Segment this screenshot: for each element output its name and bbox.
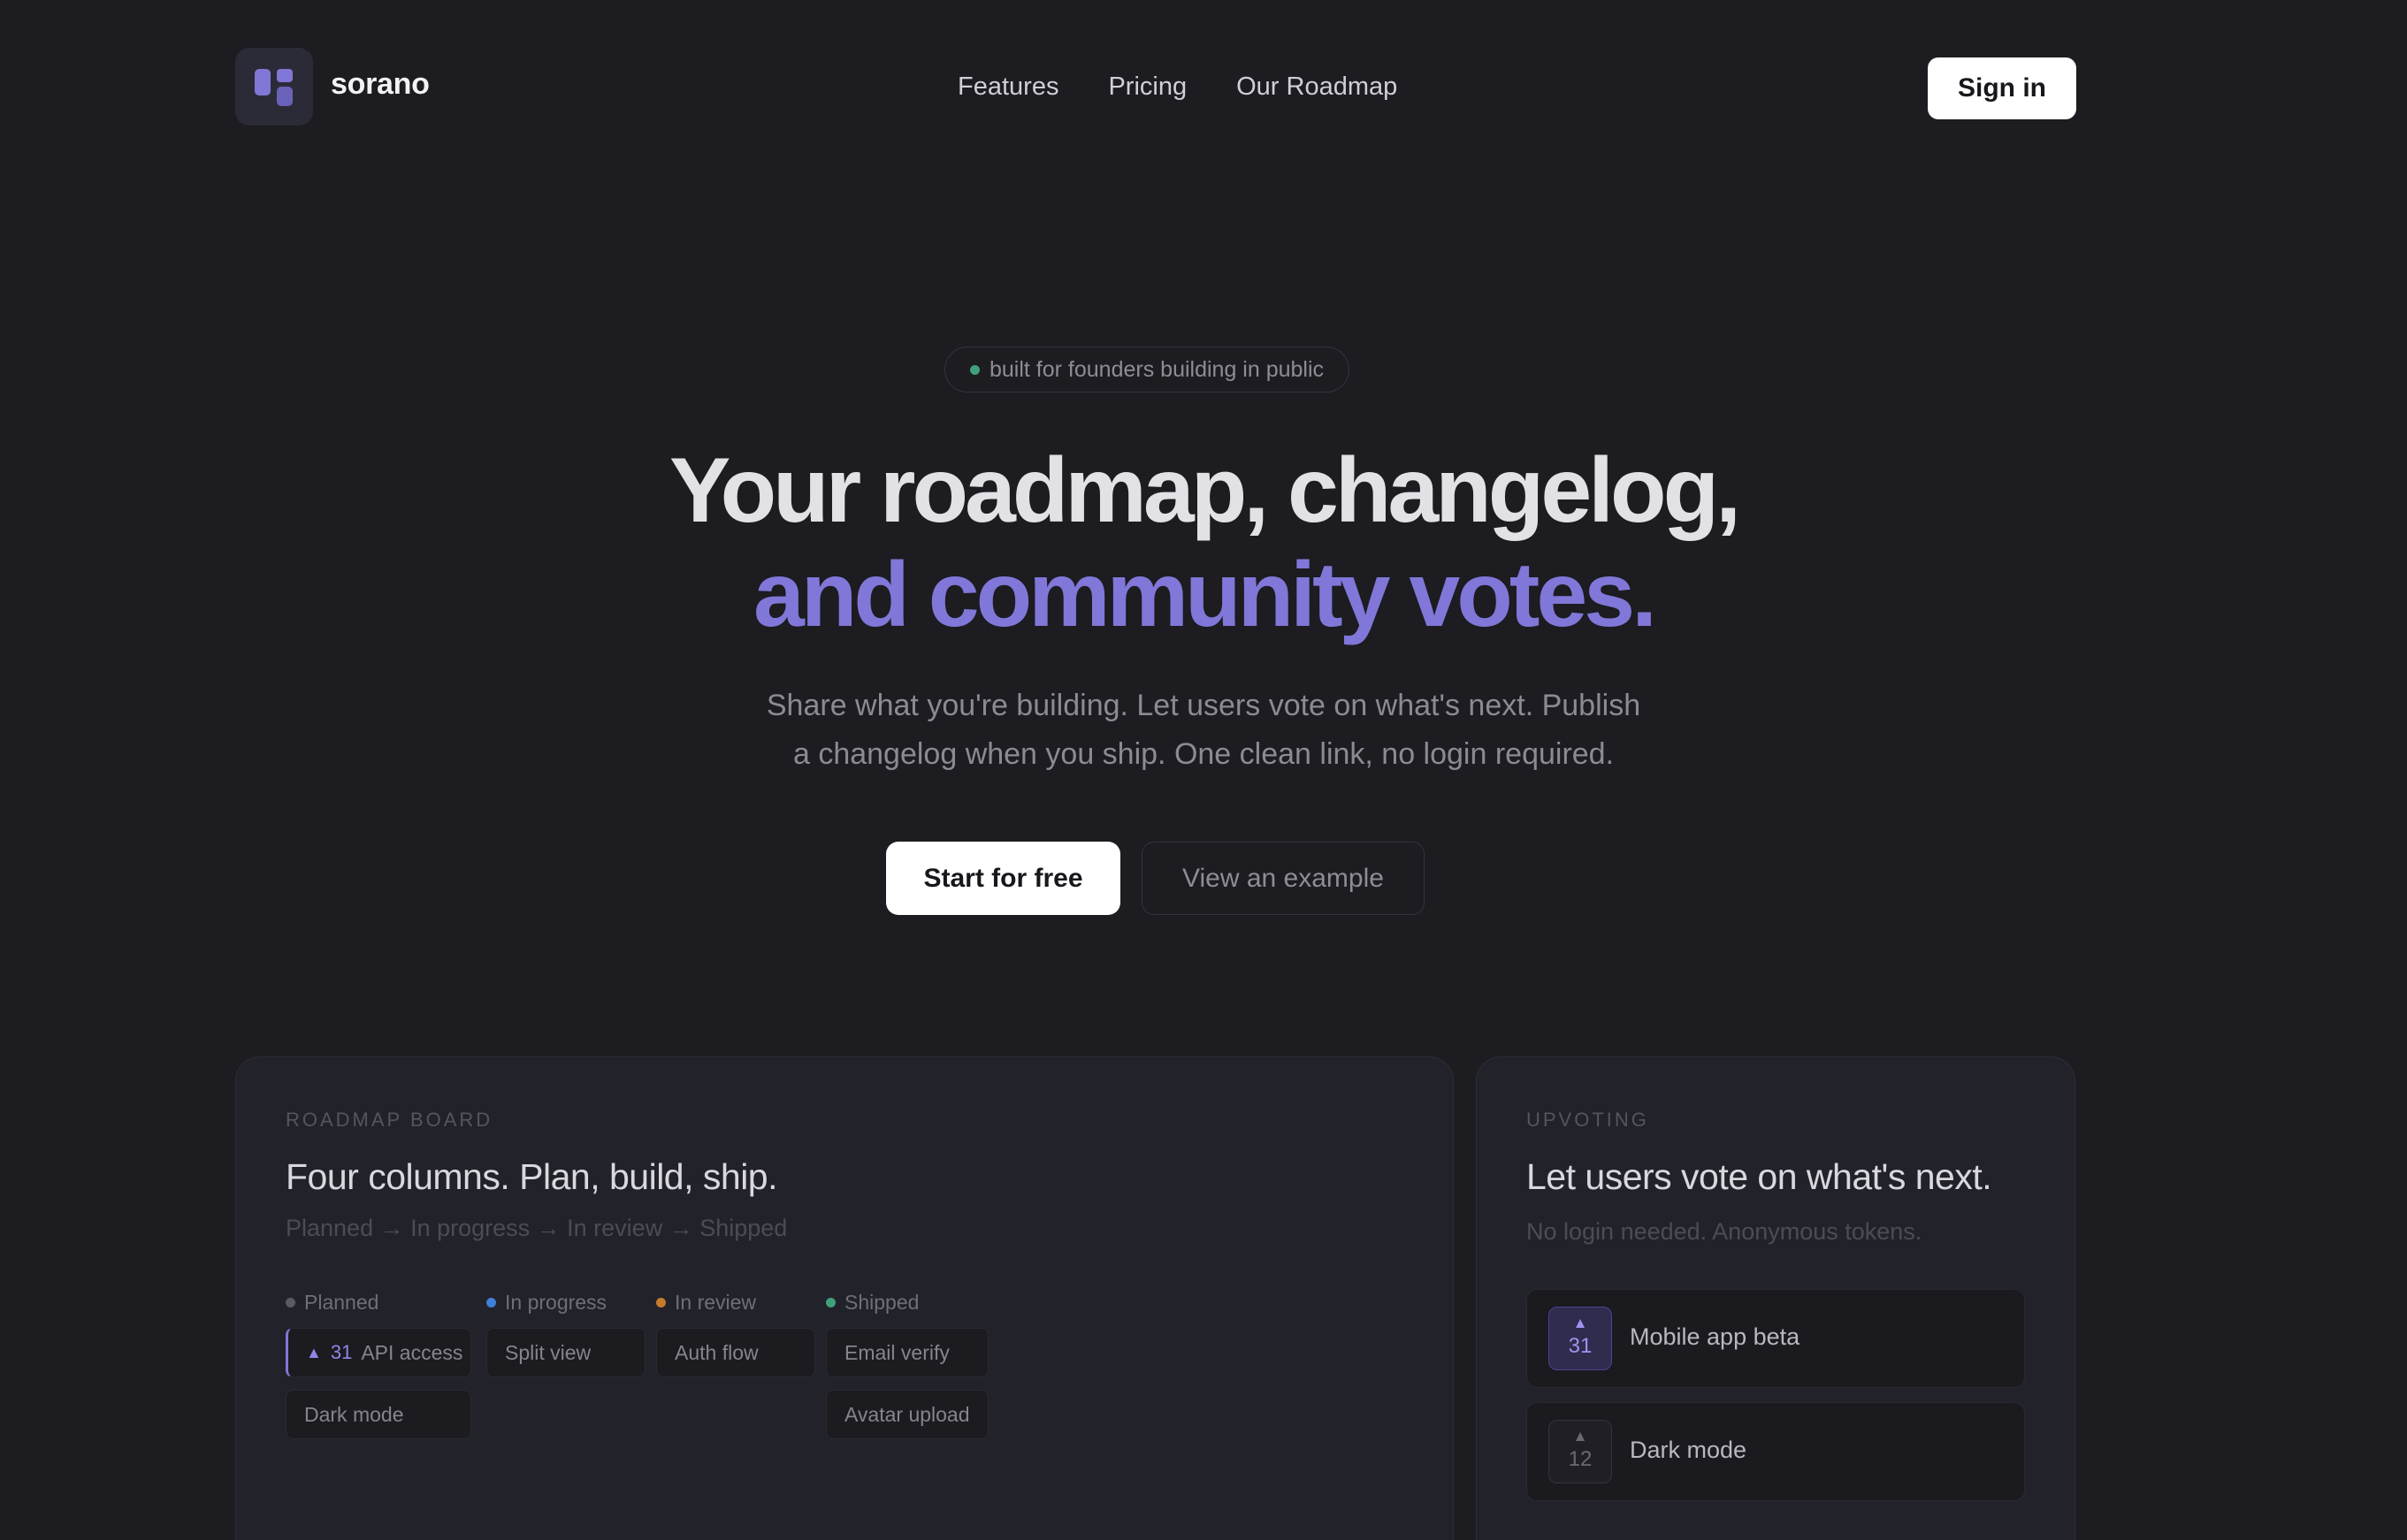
column-header: Shipped [826,1289,989,1315]
column-in-review: In review Auth flow [656,1289,815,1377]
sign-in-button[interactable]: Sign in [1928,57,2076,119]
nav-link-pricing[interactable]: Pricing [1108,72,1187,102]
column-header: Planned [286,1289,471,1315]
vote-item-label: Mobile app beta [1630,1323,1800,1350]
view-example-button[interactable]: View an example [1142,842,1425,915]
upvoting-card-title: Let users vote on what's next. [1526,1156,1992,1197]
status-dot-icon [970,365,980,375]
start-for-free-button[interactable]: Start for free [886,842,1120,915]
roadmap-eyebrow: ROADMAP BOARD [286,1109,493,1131]
column-in-progress: In progress Split view [486,1289,646,1377]
hero-title-line1: Your roadmap, changelog, [669,439,1741,542]
nav-link-roadmap[interactable]: Our Roadmap [1236,72,1397,102]
upvote-arrow-icon: ▲ [1572,1428,1588,1445]
item-label: API access [361,1340,463,1364]
vote-item: ▲ 31 Mobile app beta [1526,1289,2025,1388]
column-header: In progress [486,1289,646,1315]
column-planned: Planned ▲ 31 API access Dark mode [286,1289,471,1439]
column-title: Shipped [844,1290,920,1314]
upvoting-card: UPVOTING Let users vote on what's next. … [1476,1056,2075,1540]
landing-page: sorano Features Pricing Our Roadmap Sign… [0,0,2407,1540]
upvoting-card-subtitle: No login needed. Anonymous tokens. [1526,1218,1922,1245]
upvote-arrow-icon: ▲ [306,1343,322,1361]
roadmap-card-item[interactable]: Email verify [826,1328,989,1377]
item-label: Email verify [844,1340,950,1364]
upvote-button[interactable]: ▲ 31 [1548,1307,1612,1370]
column-dot-icon [656,1297,666,1307]
vote-count: 31 [1568,1334,1593,1358]
vote-item: ▲ 12 Dark mode [1526,1402,2025,1501]
upvoting-eyebrow: UPVOTING [1526,1109,1649,1131]
top-nav: sorano Features Pricing Our Roadmap Sign… [235,48,2076,129]
column-title: In review [675,1290,757,1314]
roadmap-card-item[interactable]: ▲ 31 API access [286,1328,471,1377]
roadmap-card-title: Four columns. Plan, build, ship. [286,1156,778,1197]
hero-subtitle-line2: a changelog when you ship. One clean lin… [792,737,1615,771]
column-shipped: Shipped Email verify Avatar upload [826,1289,989,1439]
hero-badge: built for founders building in public [944,347,1350,393]
roadmap-card-subtitle: Planned → In progress → In review → Ship… [286,1215,788,1241]
nav-links: Features Pricing Our Roadmap [958,72,1397,102]
item-label: Dark mode [304,1402,404,1426]
roadmap-card-item[interactable]: Avatar upload [826,1390,989,1439]
item-label: Split view [505,1340,592,1364]
column-title: Planned [304,1290,379,1314]
vote-count: 31 [330,1341,353,1363]
hero-title-line2: and community votes. [753,544,1657,646]
vote-count: 12 [1568,1447,1593,1471]
vote-item-label: Dark mode [1630,1437,1747,1463]
hero-badge-text: built for founders building in public [990,357,1325,382]
column-dot-icon [286,1297,295,1307]
logo-icon[interactable] [235,48,313,126]
upvote-button[interactable]: ▲ 12 [1548,1420,1612,1483]
roadmap-card-item[interactable]: Split view [486,1328,646,1377]
hero-subtitle-line1: Share what you're building. Let users vo… [766,689,1641,722]
roadmap-board-card: ROADMAP BOARD Four columns. Plan, build,… [235,1056,1454,1540]
brand-name[interactable]: sorano [331,67,430,102]
roadmap-card-item[interactable]: Dark mode [286,1390,471,1439]
column-dot-icon [486,1297,496,1307]
roadmap-card-item[interactable]: Auth flow [656,1328,815,1377]
item-label: Avatar upload [844,1402,970,1426]
upvote-arrow-icon: ▲ [1572,1315,1588,1331]
column-title: In progress [505,1290,607,1314]
column-header: In review [656,1289,815,1315]
item-label: Auth flow [675,1340,759,1364]
column-dot-icon [826,1297,836,1307]
nav-link-features[interactable]: Features [958,72,1058,102]
